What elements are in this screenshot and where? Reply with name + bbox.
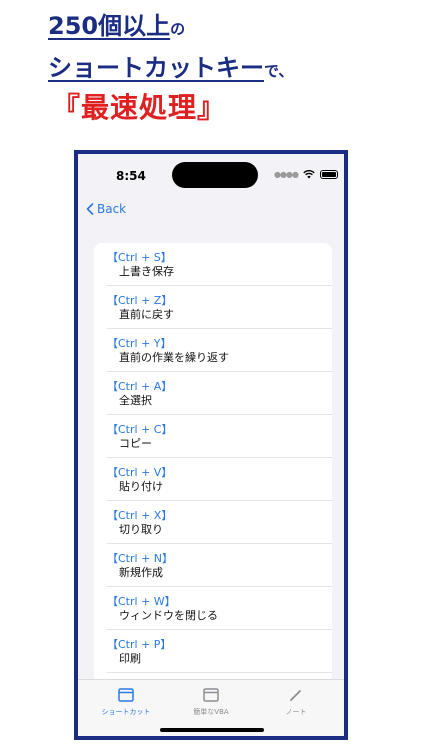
list-item[interactable]: 【Ctrl + C】 コピー — [107, 415, 332, 458]
shortcut-description: 新規作成 — [119, 566, 163, 579]
list-item[interactable]: 【Ctrl + P】 印刷 — [107, 630, 332, 673]
window-icon — [118, 688, 134, 702]
shortcut-key: 【Ctrl + W】 — [107, 595, 176, 608]
list-item[interactable]: 【Ctrl + V】 貼り付け — [107, 458, 332, 501]
shortcut-key: 【Ctrl + Z】 — [107, 294, 173, 307]
list-item[interactable]: 【Ctrl + Y】 直前の作業を繰り返す — [107, 329, 332, 372]
wifi-icon — [303, 170, 315, 179]
status-time: 8:54 — [116, 169, 146, 183]
tab-shortcuts[interactable]: ショートカット — [86, 686, 166, 717]
shortcut-key: 【Ctrl + A】 — [107, 380, 173, 393]
shortcut-description: 直前の作業を繰り返す — [119, 351, 229, 364]
home-indicator — [160, 728, 264, 732]
headline-line-1: 250個以上の — [48, 14, 185, 38]
headline-line-3: 『最速処理』 — [52, 94, 226, 122]
shortcut-description: 全選択 — [119, 394, 152, 407]
shortcut-description: コピー — [119, 437, 152, 450]
headline-particle-1: の — [170, 20, 186, 38]
nav-bar: Back — [78, 198, 344, 224]
list-item[interactable]: 【Ctrl + Z】 直前に戻す — [107, 286, 332, 329]
tab-label: ノート — [285, 708, 307, 716]
phone-screenshot-frame: 8:54 ●●●● Back 【Ctrl + S】 上書き保存 【Ctrl + … — [74, 150, 348, 740]
back-button[interactable]: Back — [86, 202, 126, 216]
battery-icon — [319, 170, 338, 179]
shortcut-list: 【Ctrl + S】 上書き保存 【Ctrl + Z】 直前に戻す 【Ctrl … — [94, 243, 332, 683]
headline-particle-2: で、 — [264, 62, 294, 80]
list-item[interactable]: 【Ctrl + A】 全選択 — [107, 372, 332, 415]
shortcut-description: 直前に戻す — [119, 308, 174, 321]
tab-bar: ショートカット 簡単なVBA ノート — [78, 679, 344, 736]
shortcut-description: 上書き保存 — [119, 265, 174, 278]
headline-line-2: ショートカットキーで、 — [48, 56, 293, 80]
list-item[interactable]: 【Ctrl + N】 新規作成 — [107, 544, 332, 587]
shortcut-description: 貼り付け — [119, 480, 163, 493]
pencil-icon — [290, 690, 301, 701]
headline-shortcut-key: ショートカットキー — [48, 54, 264, 82]
signal-dots-icon: ●●●● — [274, 170, 299, 179]
shortcut-description: 切り取り — [119, 523, 163, 536]
shortcut-key: 【Ctrl + P】 — [107, 638, 172, 651]
shortcut-description: 印刷 — [119, 652, 141, 665]
tab-label: ショートカット — [101, 708, 151, 716]
shortcut-key: 【Ctrl + X】 — [107, 509, 173, 522]
shortcut-key: 【Ctrl + V】 — [107, 466, 173, 479]
shortcut-description: ウィンドウを閉じる — [119, 609, 218, 622]
shortcut-key: 【Ctrl + Y】 — [107, 337, 172, 350]
list-item[interactable]: 【Ctrl + W】 ウィンドウを閉じる — [107, 587, 332, 630]
headline-fastest: 『最速処理』 — [52, 91, 227, 124]
window-icon — [203, 688, 219, 702]
shortcut-key: 【Ctrl + C】 — [107, 423, 173, 436]
dynamic-island — [172, 162, 258, 188]
shortcut-key: 【Ctrl + S】 — [107, 251, 172, 264]
tab-label: 簡単なVBA — [193, 708, 229, 716]
status-icons: ●●●● — [274, 170, 338, 179]
back-label: Back — [97, 202, 127, 216]
tab-notes[interactable]: ノート — [256, 686, 336, 717]
chevron-left-icon — [86, 203, 94, 215]
status-bar: 8:54 ●●●● — [78, 154, 344, 198]
list-item[interactable]: 【Ctrl + S】 上書き保存 — [107, 243, 332, 286]
tab-simple-vba[interactable]: 簡単なVBA — [171, 686, 251, 717]
shortcut-key: 【Ctrl + N】 — [107, 552, 174, 565]
headline-count: 250個以上 — [48, 12, 171, 40]
list-item[interactable]: 【Ctrl + X】 切り取り — [107, 501, 332, 544]
